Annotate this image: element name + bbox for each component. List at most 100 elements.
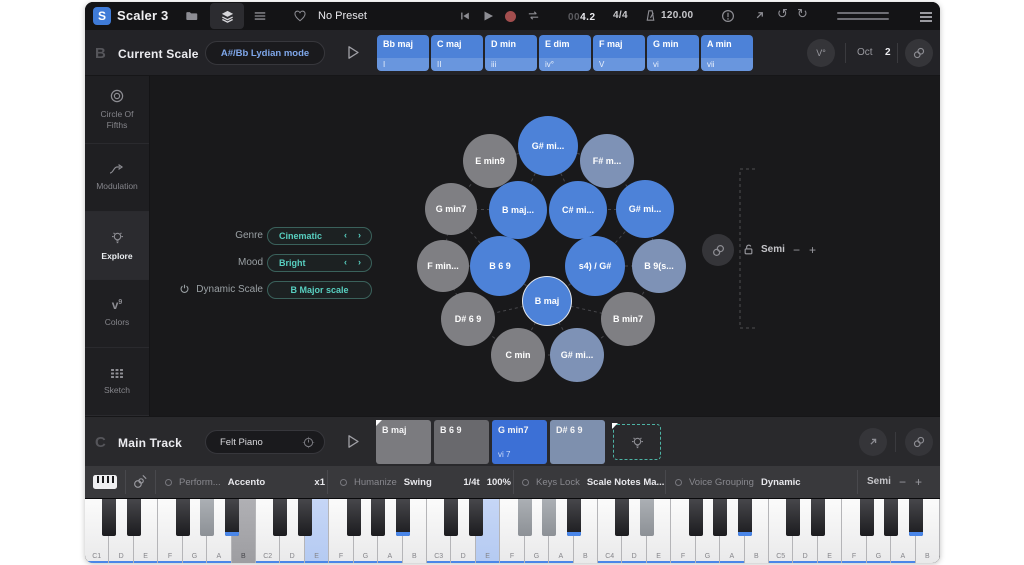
instrument-selector[interactable]: Felt Piano <box>205 430 325 454</box>
track-slot-b-6-9[interactable]: B 6 9 <box>434 420 489 464</box>
track-export-button[interactable] <box>859 428 887 456</box>
perform-section-extra[interactable]: 1/4t <box>463 477 479 488</box>
track-play-icon[interactable] <box>347 434 360 449</box>
chord-bubble-e-min9[interactable]: E min9 <box>463 134 517 188</box>
perform-section-voice-grouping[interactable]: Voice GroupingDynamic <box>675 466 855 498</box>
suggestion-drop-slot[interactable] <box>613 424 661 460</box>
track-slot-g-min7[interactable]: G min7vi 7 <box>492 420 547 464</box>
chord-bubble-b-maj[interactable]: B maj... <box>489 181 547 239</box>
semi-minus-button[interactable]: − <box>793 243 800 257</box>
black-key-33[interactable] <box>884 499 898 536</box>
black-key-9[interactable] <box>298 499 312 536</box>
sidebar-item-explore[interactable]: Explore <box>85 212 149 280</box>
black-key-2[interactable] <box>127 499 141 536</box>
track-slot-b-maj[interactable]: B maj <box>376 420 431 464</box>
perform-section-keys-lock[interactable]: Keys LockScale Notes Ma... <box>522 466 663 498</box>
prev-chevron-icon[interactable]: ‹ <box>344 230 347 240</box>
scale-chord-f-maj[interactable]: F majV <box>593 35 645 71</box>
list-icon[interactable] <box>253 9 267 23</box>
black-key-5[interactable] <box>200 499 214 536</box>
black-key-22[interactable] <box>615 499 629 536</box>
next-chevron-icon[interactable]: › <box>358 257 361 267</box>
chord-bubble-c-min[interactable]: C min <box>491 328 545 382</box>
black-key-1[interactable] <box>102 499 116 536</box>
folder-icon[interactable] <box>185 9 199 23</box>
perform-section-extra[interactable]: x1 <box>314 477 325 488</box>
skip-back-icon[interactable] <box>459 10 471 22</box>
track-link-button[interactable] <box>905 428 933 456</box>
export-arrow-icon[interactable] <box>753 9 766 22</box>
scale-chord-e-dim[interactable]: E dimiv° <box>539 35 591 71</box>
redo-icon[interactable]: ↻ <box>797 7 808 22</box>
sidebar-item-modulation[interactable]: Modulation <box>85 144 149 212</box>
black-key-13[interactable] <box>396 499 410 536</box>
tempo-value[interactable]: 120.00 <box>661 2 693 30</box>
black-key-20[interactable] <box>567 499 581 536</box>
power-icon[interactable] <box>179 283 190 294</box>
perform-section-value[interactable]: Dynamic <box>761 477 801 488</box>
black-key-26[interactable] <box>713 499 727 536</box>
chord-bubble-g-mi[interactable]: G# mi... <box>616 180 674 238</box>
perform-section-humanize[interactable]: HumanizeSwing1/4t100% <box>340 466 511 498</box>
black-key-15[interactable] <box>444 499 458 536</box>
chord-bubble-g-min7[interactable]: G min7 <box>425 183 477 235</box>
time-signature[interactable]: 4/4 <box>613 2 628 30</box>
scale-chord-c-maj[interactable]: C majII <box>431 35 483 71</box>
chord-bubble-g-mi[interactable]: G# mi... <box>550 328 604 382</box>
prev-chevron-icon[interactable]: ‹ <box>344 257 347 267</box>
black-key-34[interactable] <box>909 499 923 536</box>
perform-section-extra[interactable]: 100% <box>487 477 511 488</box>
black-key-23[interactable] <box>640 499 654 536</box>
black-key-8[interactable] <box>273 499 287 536</box>
black-key-11[interactable] <box>347 499 361 536</box>
black-key-29[interactable] <box>786 499 800 536</box>
dynamic-scale-selector[interactable]: B Major scale <box>267 281 372 299</box>
black-key-27[interactable] <box>738 499 752 536</box>
mood-selector[interactable]: Bright ‹ › <box>267 254 372 272</box>
scale-chord-bb-maj[interactable]: Bb majI <box>377 35 429 71</box>
led-indicator[interactable] <box>165 479 172 486</box>
led-indicator[interactable] <box>340 479 347 486</box>
info-icon[interactable] <box>721 9 735 23</box>
chord-bubble-b-maj[interactable]: B maj <box>522 276 572 326</box>
black-key-25[interactable] <box>689 499 703 536</box>
black-key-19[interactable] <box>542 499 556 536</box>
sidebar-item-circle-of-fifths[interactable]: Circle Of Fifths <box>85 76 149 144</box>
sidebar-item-colors[interactable]: v9Colors <box>85 280 149 348</box>
perform-section-value[interactable]: Swing <box>404 477 432 488</box>
semi-plus-button[interactable]: + <box>809 243 816 257</box>
next-chevron-icon[interactable]: › <box>358 230 361 240</box>
dial-icon[interactable] <box>302 436 315 449</box>
scale-chord-d-min[interactable]: D miniii <box>485 35 537 71</box>
menu-icon[interactable] <box>920 12 932 25</box>
chord-bubble-f-min[interactable]: F min... <box>417 240 469 292</box>
oct-value[interactable]: 2 <box>885 47 891 58</box>
metronome-icon[interactable] <box>644 9 657 22</box>
black-key-16[interactable] <box>469 499 483 536</box>
black-key-12[interactable] <box>371 499 385 536</box>
chord-bubble-b-9-s[interactable]: B 9(s... <box>632 239 686 293</box>
unlock-icon[interactable] <box>742 243 755 256</box>
scale-chord-a-min[interactable]: A minvii <box>701 35 753 71</box>
perform-section-value[interactable]: Scale Notes Ma... <box>587 477 665 488</box>
track-slot-d-6-9[interactable]: D# 6 9 <box>550 420 605 464</box>
sidebar-item-sketch[interactable]: Sketch <box>85 348 149 416</box>
scale-link-button[interactable] <box>905 39 933 67</box>
chord-bubble-c-mi[interactable]: C# mi... <box>549 181 607 239</box>
chord-bubble-b-6-9[interactable]: B 6 9 <box>470 236 530 296</box>
master-sliders[interactable] <box>837 12 889 24</box>
chord-bubble-d-6-9[interactable]: D# 6 9 <box>441 292 495 346</box>
black-key-30[interactable] <box>811 499 825 536</box>
layers-tab-active[interactable] <box>210 3 244 29</box>
scale-chord-g-min[interactable]: G minvi <box>647 35 699 71</box>
explore-link-button[interactable] <box>702 234 734 266</box>
chord-bubble-g-mi[interactable]: G# mi... <box>518 116 578 176</box>
black-key-32[interactable] <box>860 499 874 536</box>
chord-bubble-b-min7[interactable]: B min7 <box>601 292 655 346</box>
led-indicator[interactable] <box>522 479 529 486</box>
undo-icon[interactable]: ↺ <box>777 7 788 22</box>
scale-play-icon[interactable] <box>347 45 360 60</box>
scale-selector[interactable]: A#/Bb Lydian mode <box>205 41 325 65</box>
chord-bubble-s4-g[interactable]: s4) / G# <box>565 236 625 296</box>
black-key-4[interactable] <box>176 499 190 536</box>
